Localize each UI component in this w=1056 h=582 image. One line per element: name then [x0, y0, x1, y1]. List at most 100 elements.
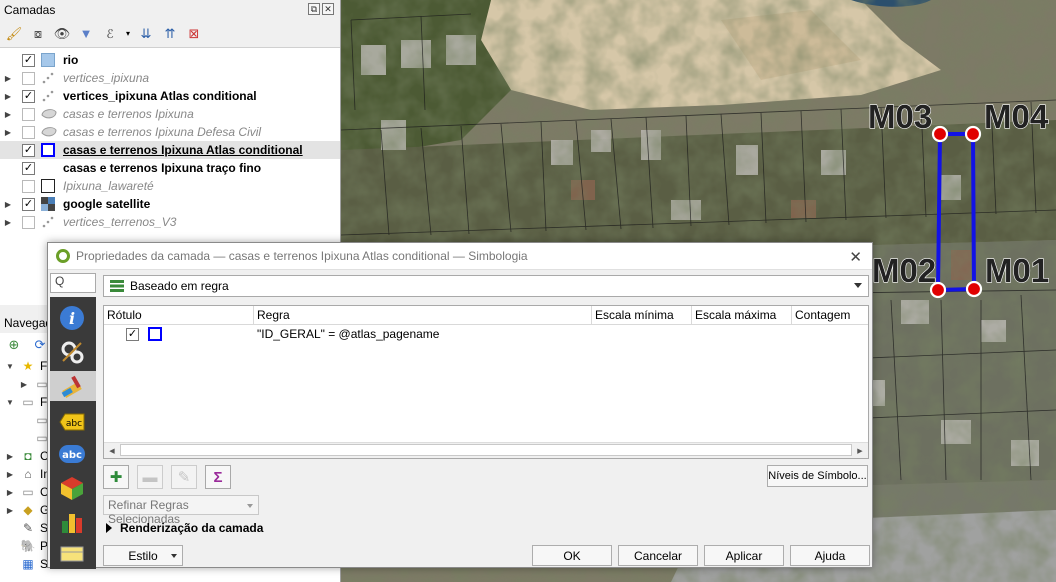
remove-layer-icon[interactable]: ⊠ — [184, 24, 204, 44]
layer-visibility-checkbox[interactable]: ✓ — [22, 197, 35, 211]
ok-button[interactable]: OK — [532, 545, 612, 566]
geopackage-icon: ◆ — [23, 503, 33, 517]
eye-icon[interactable]: 👁 — [52, 24, 72, 44]
expand-all-icon[interactable]: ⇊ — [136, 24, 156, 44]
expand-arrow-icon[interactable]: ▶ — [2, 128, 14, 137]
page-search-input[interactable]: Q — [50, 273, 96, 293]
layer-item[interactable]: ✓ rio — [0, 51, 340, 69]
dropdown-arrow-icon[interactable]: ▾ — [124, 24, 132, 44]
expand-arrow-icon[interactable]: ▶ — [4, 452, 16, 461]
rules-table[interactable]: Rótulo Regra Escala mínima Escala máxima… — [103, 305, 869, 459]
point-symbol-icon — [41, 71, 55, 85]
expand-arrow-icon[interactable]: ▼ — [4, 362, 16, 371]
filter-expression-icon[interactable]: ℰ — [100, 24, 120, 44]
column-header-min-scale[interactable]: Escala mínima — [592, 306, 692, 325]
horizontal-scrollbar[interactable]: ◀ ▶ — [104, 442, 868, 458]
layer-item[interactable]: ▶ ✓ vertices_ipixuna Atlas conditional — [0, 87, 340, 105]
style-brush-icon[interactable]: 🖌 — [4, 24, 24, 44]
add-rule-button[interactable]: ✚ — [103, 465, 129, 489]
3d-view-page-icon[interactable] — [57, 473, 87, 503]
layer-item[interactable]: ▶ casas e terrenos Ipixuna Defesa Civil — [0, 123, 340, 141]
layer-visibility-checkbox[interactable] — [22, 125, 35, 139]
source-settings-page-icon[interactable] — [57, 337, 87, 367]
dialog-title: Propriedades da camada — casas e terreno… — [76, 249, 528, 263]
layer-visibility-checkbox[interactable]: ✓ — [22, 53, 35, 67]
expand-arrow-icon[interactable]: ▶ — [4, 506, 16, 515]
search-icon: Q — [55, 274, 65, 288]
layer-item[interactable]: ▶ vertices_ipixuna — [0, 69, 340, 87]
scrollbar-thumb[interactable] — [120, 444, 852, 456]
filter-icon[interactable]: ▼ — [76, 24, 96, 44]
column-header-label[interactable]: Rótulo — [104, 306, 254, 325]
column-header-count[interactable]: Contagem — [792, 306, 868, 325]
expand-arrow-icon[interactable]: ▶ — [4, 470, 16, 479]
point-symbol-icon — [41, 89, 55, 103]
renderer-type-select[interactable]: Baseado em regra — [103, 275, 869, 297]
pencil-icon: ✎ — [177, 469, 191, 486]
edit-rule-button[interactable]: ✎ — [171, 465, 197, 489]
column-header-rule[interactable]: Regra — [254, 306, 592, 325]
layer-name: vertices_ipixuna Atlas conditional — [63, 89, 257, 103]
style-menu-button[interactable]: Estilo — [103, 545, 183, 566]
layer-visibility-checkbox[interactable] — [22, 179, 35, 193]
dialog-title-bar: Propriedades da camada — casas e terreno… — [48, 243, 872, 270]
layer-item[interactable]: ▶ ✓ google satellite — [0, 195, 340, 213]
layer-item[interactable]: ▶ vertices_terrenos_V3 — [0, 213, 340, 231]
collapse-all-icon[interactable]: ⇈ — [160, 24, 180, 44]
layer-visibility-checkbox[interactable] — [22, 215, 35, 229]
expand-arrow-icon[interactable]: ▶ — [2, 92, 14, 101]
symbol-levels-button[interactable]: Níveis de Símbolo... — [767, 465, 868, 487]
expand-arrow-icon[interactable]: ▼ — [4, 398, 16, 407]
column-header-max-scale[interactable]: Escala máxima — [692, 306, 792, 325]
layer-visibility-checkbox[interactable] — [22, 107, 35, 121]
apply-button[interactable]: Aplicar — [704, 545, 784, 566]
scroll-left-icon[interactable]: ◀ — [104, 443, 120, 458]
float-panel-icon[interactable]: ⧉ — [308, 3, 320, 15]
masks-page-icon[interactable]: abc — [57, 439, 87, 469]
folder-icon: ▭ — [22, 395, 34, 409]
layer-name: casas e terrenos Ipixuna — [63, 107, 194, 121]
cancel-button[interactable]: Cancelar — [618, 545, 698, 566]
chevron-down-icon — [854, 283, 862, 288]
layer-name: Ipixuna_lawareté — [63, 179, 154, 193]
layer-item[interactable]: ▶ casas e terrenos Ipixuna — [0, 105, 340, 123]
help-button[interactable]: Ajuda — [790, 545, 870, 566]
rule-based-renderer-icon — [110, 280, 124, 292]
refine-rules-select[interactable]: Refinar Regras Selecionadas — [103, 495, 259, 526]
expand-arrow-icon[interactable]: ▶ — [18, 380, 30, 389]
symbol-square-icon — [148, 327, 162, 341]
labels-page-icon[interactable]: abc — [57, 407, 87, 437]
expand-arrow-icon[interactable]: ▶ — [2, 218, 14, 227]
spatialite-icon: ✎ — [22, 521, 34, 535]
layer-name: casas e terrenos Ipixuna Defesa Civil — [63, 125, 262, 139]
add-selected-icon[interactable]: ⊕ — [4, 335, 24, 355]
layer-visibility-checkbox[interactable]: ✓ — [22, 143, 35, 157]
close-panel-icon[interactable]: ✕ — [322, 3, 334, 15]
expand-arrow-icon[interactable]: ▶ — [2, 110, 14, 119]
add-group-icon[interactable]: ⧇ — [28, 24, 48, 44]
layer-item[interactable]: ✓ casas e terrenos Ipixuna Atlas conditio… — [0, 141, 340, 159]
dialog-close-icon[interactable]: ✕ — [849, 248, 862, 266]
diagrams-page-icon[interactable] — [57, 507, 87, 537]
information-page-icon[interactable]: i — [57, 303, 87, 333]
svg-text:i: i — [69, 309, 75, 328]
layer-visibility-checkbox[interactable]: ✓ — [22, 161, 35, 175]
expand-arrow-icon[interactable]: ▶ — [4, 488, 16, 497]
layer-item[interactable]: ✓ casas e terrenos Ipixuna traço fino — [0, 159, 340, 177]
table-row[interactable]: ✓ "ID_GERAL" = @atlas_pagename — [104, 325, 868, 343]
summary-button[interactable]: Σ — [205, 465, 231, 489]
star-icon: ★ — [22, 359, 34, 373]
chevron-down-icon — [171, 554, 177, 558]
layer-visibility-checkbox[interactable] — [22, 71, 35, 85]
layer-item[interactable]: Ipixuna_lawareté — [0, 177, 340, 195]
symbology-page-icon[interactable] — [50, 371, 96, 401]
rule-symbol-preview[interactable] — [147, 326, 163, 342]
remove-rule-button[interactable]: ▬ — [137, 465, 163, 489]
scroll-right-icon[interactable]: ▶ — [852, 443, 868, 458]
layer-visibility-checkbox[interactable]: ✓ — [22, 89, 35, 103]
fields-page-icon[interactable] — [57, 541, 87, 563]
layer-rendering-section[interactable]: Renderização da camada — [106, 521, 263, 535]
rule-enabled-checkbox[interactable]: ✓ — [126, 327, 139, 341]
expand-arrow-icon[interactable]: ▶ — [2, 200, 14, 209]
expand-arrow-icon[interactable]: ▶ — [2, 74, 14, 83]
